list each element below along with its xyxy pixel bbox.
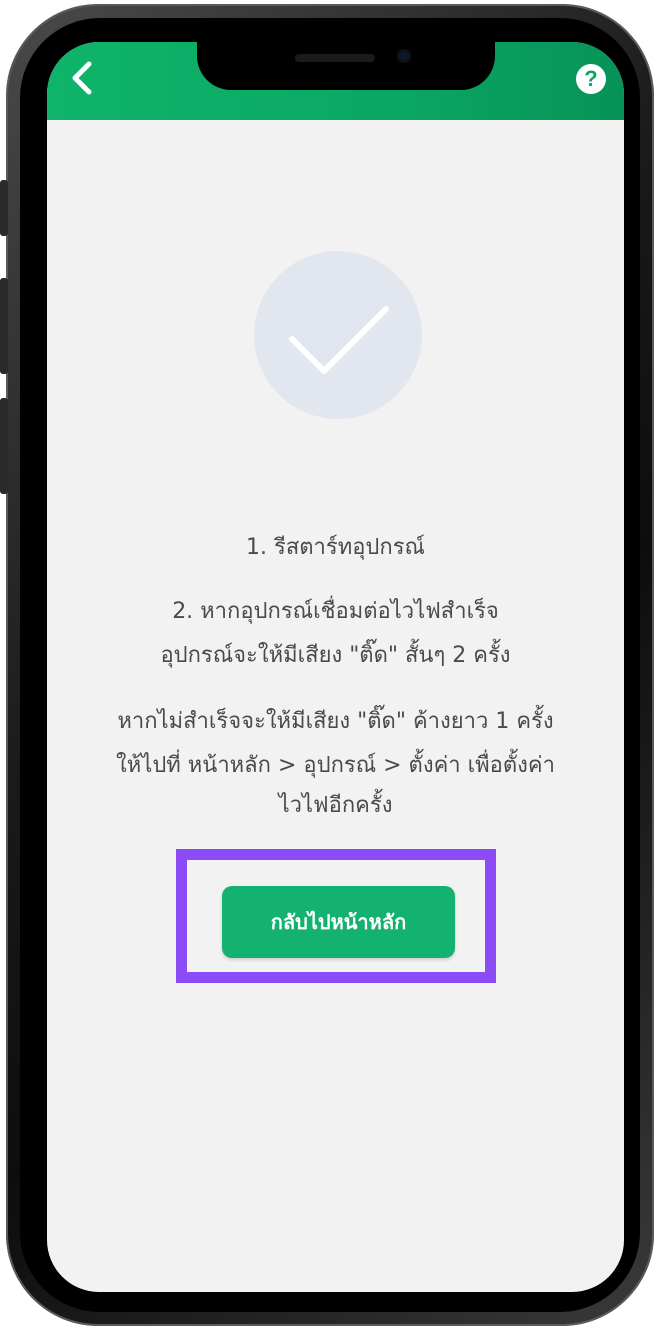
phone-screen: ? 1. รีสตาร์ทอุปกรณ์ 2. หากอุปกรณ์เชื่อม…	[47, 42, 624, 1292]
chevron-left-icon[interactable]	[69, 60, 95, 96]
check-icon	[289, 306, 389, 374]
side-button-mute	[0, 180, 8, 236]
speaker-grille	[295, 54, 375, 62]
failure-note-line-2: ให้ไปที่ หน้าหลัก > อุปกรณ์ > ตั้งค่า เพ…	[116, 753, 555, 778]
highlight-annotation	[176, 849, 496, 983]
failure-note-line-3: ไวไฟอีกครั้ง	[278, 793, 393, 818]
phone-notch	[197, 42, 495, 90]
failure-note-line-1: หากไม่สำเร็จจะให้มีเสียง "ติ๊ด" ค้างยาว …	[117, 709, 554, 734]
instruction-step-2-line-2: อุปกรณ์จะให้มีเสียง "ติ๊ด" สั้นๆ 2 ครั้ง	[160, 643, 511, 668]
side-button-volume-up	[0, 278, 8, 374]
side-button-volume-down	[0, 398, 8, 494]
question-mark-icon[interactable]: ?	[576, 64, 606, 94]
instruction-step-2-line-1: 2. หากอุปกรณ์เชื่อมต่อไวไฟสำเร็จ	[172, 599, 499, 624]
front-camera	[397, 49, 411, 63]
success-indicator	[254, 251, 422, 419]
instruction-step-1: 1. รีสตาร์ทอุปกรณ์	[246, 535, 425, 560]
